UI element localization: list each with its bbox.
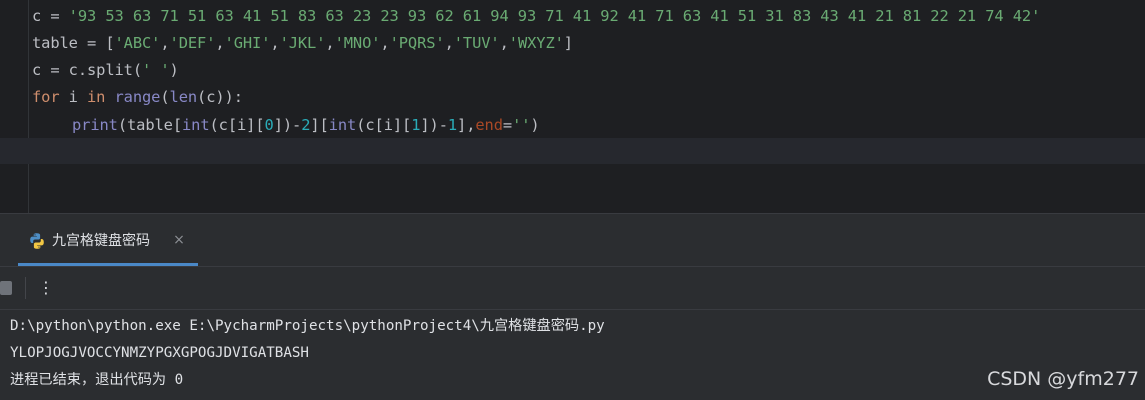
stop-icon[interactable] bbox=[0, 281, 12, 295]
code-number: 2 bbox=[301, 116, 311, 134]
console-output-line: YLOPJOGJVOCCYNMZYPGXGPOGJDVIGATBASH bbox=[10, 345, 309, 361]
code-token: (table[ bbox=[117, 116, 183, 134]
indent-guide bbox=[28, 0, 29, 214]
code-builtin: print bbox=[72, 116, 118, 134]
code-token: c = c.split( bbox=[32, 61, 142, 79]
code-keyword: in bbox=[87, 88, 106, 106]
code-string: 'JKL' bbox=[279, 34, 326, 52]
code-string: 'WXYZ' bbox=[508, 34, 564, 52]
code-string: 'ABC' bbox=[114, 34, 161, 52]
code-token: , bbox=[499, 34, 509, 52]
code-string: '' bbox=[512, 116, 531, 134]
code-token: c bbox=[32, 7, 42, 25]
code-token: ) bbox=[530, 116, 540, 134]
code-builtin: len bbox=[169, 88, 198, 106]
code-token: = bbox=[41, 7, 69, 25]
code-number: 1 bbox=[447, 116, 458, 134]
code-token: ) bbox=[169, 61, 179, 79]
code-builtin: range bbox=[114, 88, 161, 106]
code-token: = bbox=[502, 116, 513, 134]
code-token: , bbox=[160, 34, 170, 52]
code-token: = [ bbox=[77, 34, 115, 52]
code-token: , bbox=[325, 34, 335, 52]
code-string: '93 53 63 71 51 63 41 51 83 63 23 23 93 … bbox=[68, 7, 1041, 25]
code-line-5[interactable]: print(table[int(c[i][0])-2][int(c[i][1])… bbox=[72, 111, 540, 139]
code-token: ] bbox=[563, 34, 573, 52]
code-string: 'TUV' bbox=[453, 34, 500, 52]
python-icon bbox=[28, 232, 46, 250]
code-string: 'DEF' bbox=[169, 34, 216, 52]
code-builtin: int bbox=[328, 116, 357, 134]
run-tab-label: 九宫格键盘密码 bbox=[52, 233, 150, 249]
code-string: 'MNO' bbox=[334, 34, 381, 52]
code-builtin: int bbox=[182, 116, 210, 134]
code-number: 1 bbox=[411, 116, 421, 134]
toolbar-separator bbox=[25, 277, 26, 299]
code-keyword-arg: end bbox=[475, 116, 503, 134]
code-editor[interactable]: c = '93 53 63 71 51 63 41 51 83 63 23 23… bbox=[0, 0, 1145, 214]
run-tab-bar: 九宫格键盘密码 × bbox=[0, 214, 1145, 267]
active-tab-indicator bbox=[18, 263, 198, 266]
code-token: ][ bbox=[310, 116, 329, 134]
code-token: (c[i][ bbox=[209, 116, 265, 134]
csdn-watermark: CSDN @yfm277 bbox=[987, 368, 1139, 390]
code-token: (c[i][ bbox=[356, 116, 412, 134]
console-exit-line: 进程已结束，退出代码为 0 bbox=[10, 372, 184, 388]
console-command-line: D:\python\python.exe E:\PycharmProjects\… bbox=[10, 318, 605, 334]
code-token: ( bbox=[160, 88, 170, 106]
code-line-4[interactable]: for i in range(len(c)): bbox=[32, 83, 243, 111]
code-token: (c)): bbox=[197, 88, 243, 106]
code-string: 'GHI' bbox=[224, 34, 271, 52]
code-line-2[interactable]: table = ['ABC','DEF','GHI','JKL','MNO','… bbox=[32, 29, 573, 57]
run-toolbar: ⋮ bbox=[0, 267, 1145, 310]
code-token: table bbox=[32, 34, 78, 52]
code-token: , bbox=[380, 34, 390, 52]
code-string: ' ' bbox=[142, 61, 170, 79]
run-tab[interactable]: 九宫格键盘密码 × bbox=[18, 214, 198, 266]
run-console[interactable]: D:\python\python.exe E:\PycharmProjects\… bbox=[0, 310, 1145, 400]
more-options-icon[interactable]: ⋮ bbox=[38, 276, 54, 300]
code-token: i bbox=[59, 88, 87, 106]
code-token: , bbox=[270, 34, 280, 52]
code-token: ])- bbox=[420, 116, 448, 134]
code-token: , bbox=[215, 34, 225, 52]
code-line-1[interactable]: c = '93 53 63 71 51 63 41 51 83 63 23 23… bbox=[32, 2, 1040, 30]
code-number: 0 bbox=[264, 116, 274, 134]
code-string: 'PQRS' bbox=[389, 34, 445, 52]
code-keyword: for bbox=[32, 88, 60, 106]
current-line-highlight bbox=[0, 138, 1145, 164]
code-token: , bbox=[444, 34, 454, 52]
code-line-3[interactable]: c = c.split(' ') bbox=[32, 56, 179, 84]
ide-window: c = '93 53 63 71 51 63 41 51 83 63 23 23… bbox=[0, 0, 1145, 400]
code-token: ])- bbox=[273, 116, 302, 134]
close-icon[interactable]: × bbox=[171, 231, 187, 249]
code-token: ], bbox=[457, 116, 476, 134]
